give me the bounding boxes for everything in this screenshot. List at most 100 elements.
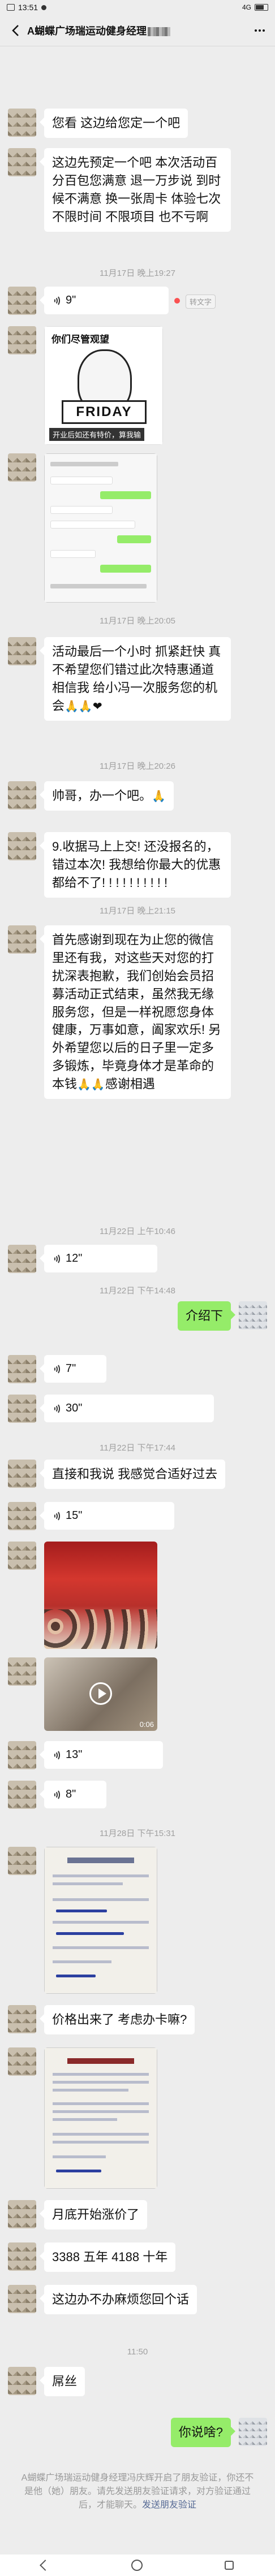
- message-bubble[interactable]: 这边办不办麻烦您回个话: [39, 2285, 197, 2314]
- contact-avatar[interactable]: [8, 832, 36, 860]
- contact-avatar[interactable]: [8, 1395, 36, 1423]
- contact-avatar[interactable]: [8, 287, 36, 315]
- document-image[interactable]: [44, 2047, 157, 2189]
- voice-message[interactable]: 8": [40, 1781, 106, 1808]
- contact-avatar[interactable]: [8, 637, 36, 665]
- contact-avatar[interactable]: [8, 1657, 36, 1686]
- contact-avatar[interactable]: [8, 1542, 36, 1570]
- photo-image[interactable]: [44, 1542, 157, 1649]
- meme-subtitle: 开业后如还有特价，算我输: [49, 428, 145, 441]
- message-bubble[interactable]: 首先感谢到现在为止您的微信里还有我，对这些天对您的打扰深表抱歉，我们创始会员招募…: [40, 925, 231, 1099]
- voice-duration: 15": [66, 1509, 83, 1522]
- nav-recent-icon[interactable]: [225, 2561, 234, 2570]
- message-row: 直接和我说 我感觉合适好过去: [0, 1460, 275, 1489]
- signal-label: 4G: [242, 3, 251, 11]
- message-row: 0:06: [0, 1657, 275, 1731]
- message-row: 屌丝: [0, 2367, 275, 2396]
- contact-avatar[interactable]: [8, 1502, 36, 1530]
- meme-sign: FRIDAY: [62, 400, 147, 424]
- contact-avatar[interactable]: [8, 148, 36, 176]
- contact-avatar[interactable]: [8, 326, 36, 354]
- nav-home-icon[interactable]: [131, 2560, 143, 2571]
- message-bubble[interactable]: 9.收据马上上交! 还没报名的，错过本次! 我想给你最大的优惠都给不了! ! !…: [40, 832, 231, 898]
- message-row: 介绍下: [0, 1301, 275, 1331]
- redacted-mosaic: [148, 27, 170, 36]
- contact-avatar[interactable]: [8, 2285, 36, 2313]
- message-bubble[interactable]: 屌丝: [39, 2367, 85, 2396]
- message-row: 30": [0, 1395, 275, 1423]
- timestamp: 11:50: [127, 2347, 148, 2357]
- message-text: 首先感谢到现在为止您的微信里还有我，对这些天对您的打扰深表抱歉，我们创始会员招募…: [52, 933, 221, 1092]
- voice-message[interactable]: 7": [40, 1355, 106, 1383]
- back-button[interactable]: [7, 19, 24, 42]
- contact-avatar[interactable]: [8, 1781, 36, 1809]
- nav-back-icon[interactable]: [39, 2560, 51, 2571]
- message-row: 8": [0, 1781, 275, 1809]
- contact-avatar[interactable]: [8, 1245, 36, 1273]
- voice-message[interactable]: 13": [40, 1741, 163, 1769]
- message-bubble[interactable]: 月底开始涨价了: [39, 2200, 148, 2229]
- message-bubble[interactable]: 3388 五年 4188 十年: [39, 2242, 176, 2272]
- chevron-left-icon: [12, 24, 19, 36]
- more-options-button[interactable]: [251, 19, 268, 42]
- system-nav-bar: [0, 2555, 275, 2576]
- voice-wave-icon: [52, 1363, 61, 1375]
- message-bubble[interactable]: 这边先预定一个吧 本次活动百分百包您满意 退一万步说 到时候不满意 换一张周卡 …: [40, 148, 231, 232]
- contact-avatar[interactable]: [8, 1355, 36, 1383]
- contact-avatar[interactable]: [8, 781, 36, 809]
- message-row: 你们尽管观望 FRIDAY 开业后如还有特价，算我输: [0, 326, 275, 445]
- my-avatar[interactable]: [239, 2418, 267, 2446]
- chat-title: A蝴蝶广场瑞运动健身经理: [24, 23, 251, 38]
- my-message-bubble[interactable]: 你说啥?: [170, 2418, 236, 2447]
- voice-wave-icon: [52, 1789, 61, 1801]
- message-row: 12": [0, 1245, 275, 1273]
- video-duration: 0:06: [139, 1720, 154, 1729]
- message-row: 帅哥，办一个吧。🙏: [0, 781, 275, 811]
- sim-icon: [7, 4, 15, 11]
- voice-message[interactable]: 12": [40, 1245, 157, 1272]
- chat-title-text: A蝴蝶广场瑞运动健身经理: [27, 25, 147, 37]
- send-verification-link[interactable]: 发送朋友验证: [142, 2500, 196, 2510]
- message-row: 15": [0, 1502, 275, 1530]
- timestamp: 11月22日 上午10:46: [100, 1227, 175, 1236]
- message-bubble[interactable]: 价格出来了 考虑办卡嘛?: [39, 2005, 195, 2034]
- voice-duration: 7": [66, 1362, 76, 1375]
- voice-message[interactable]: 9": [40, 287, 169, 314]
- contact-avatar[interactable]: [8, 2005, 36, 2033]
- play-icon: [89, 1682, 112, 1705]
- screenshot-image[interactable]: [44, 453, 157, 603]
- video-message[interactable]: 0:06: [44, 1657, 157, 1731]
- status-bar: 13:51 4G: [0, 0, 275, 15]
- voice-wave-icon: [52, 295, 61, 307]
- document-image[interactable]: [44, 1847, 157, 1994]
- message-row: 9" 转文字: [0, 287, 275, 315]
- contact-avatar[interactable]: [8, 1460, 36, 1488]
- unread-dot: [174, 298, 180, 304]
- timestamp: 11月22日 下午17:44: [100, 1443, 175, 1453]
- timestamp: 11月17日 晚上20:26: [100, 761, 175, 771]
- voice-message[interactable]: 30": [40, 1395, 214, 1422]
- message-bubble[interactable]: 帅哥，办一个吧。🙏: [40, 781, 174, 811]
- contact-avatar[interactable]: [8, 2242, 36, 2271]
- message-row: 7": [0, 1355, 275, 1383]
- contact-avatar[interactable]: [8, 2047, 36, 2076]
- contact-avatar[interactable]: [8, 1847, 36, 1875]
- contact-avatar[interactable]: [8, 2367, 36, 2395]
- convert-to-text-button[interactable]: 转文字: [186, 295, 216, 309]
- meme-caption: 你们尽管观望: [51, 334, 109, 345]
- meme-image[interactable]: 你们尽管观望 FRIDAY 开业后如还有特价，算我输: [44, 326, 163, 445]
- voice-message[interactable]: 15": [40, 1502, 174, 1530]
- message-bubble[interactable]: 直接和我说 我感觉合适好过去: [39, 1460, 226, 1489]
- my-avatar[interactable]: [239, 1301, 267, 1330]
- my-message-bubble[interactable]: 介绍下: [177, 1301, 236, 1331]
- contact-avatar[interactable]: [8, 453, 36, 482]
- message-row: 价格出来了 考虑办卡嘛?: [0, 2005, 275, 2034]
- message-bubble[interactable]: 活动最后一个小时 抓紧赶快 真不希望您们错过此次特惠通道 相信我 给小冯一次服务…: [40, 637, 231, 721]
- emoji: 🙏: [152, 790, 166, 803]
- contact-avatar[interactable]: [8, 1741, 36, 1769]
- contact-avatar[interactable]: [8, 925, 36, 954]
- message-bubble[interactable]: 您看 这边给您定一个吧: [39, 109, 188, 138]
- contact-avatar[interactable]: [8, 2200, 36, 2228]
- message-text: 帅哥，办一个吧。: [52, 789, 152, 803]
- contact-avatar[interactable]: [8, 109, 36, 137]
